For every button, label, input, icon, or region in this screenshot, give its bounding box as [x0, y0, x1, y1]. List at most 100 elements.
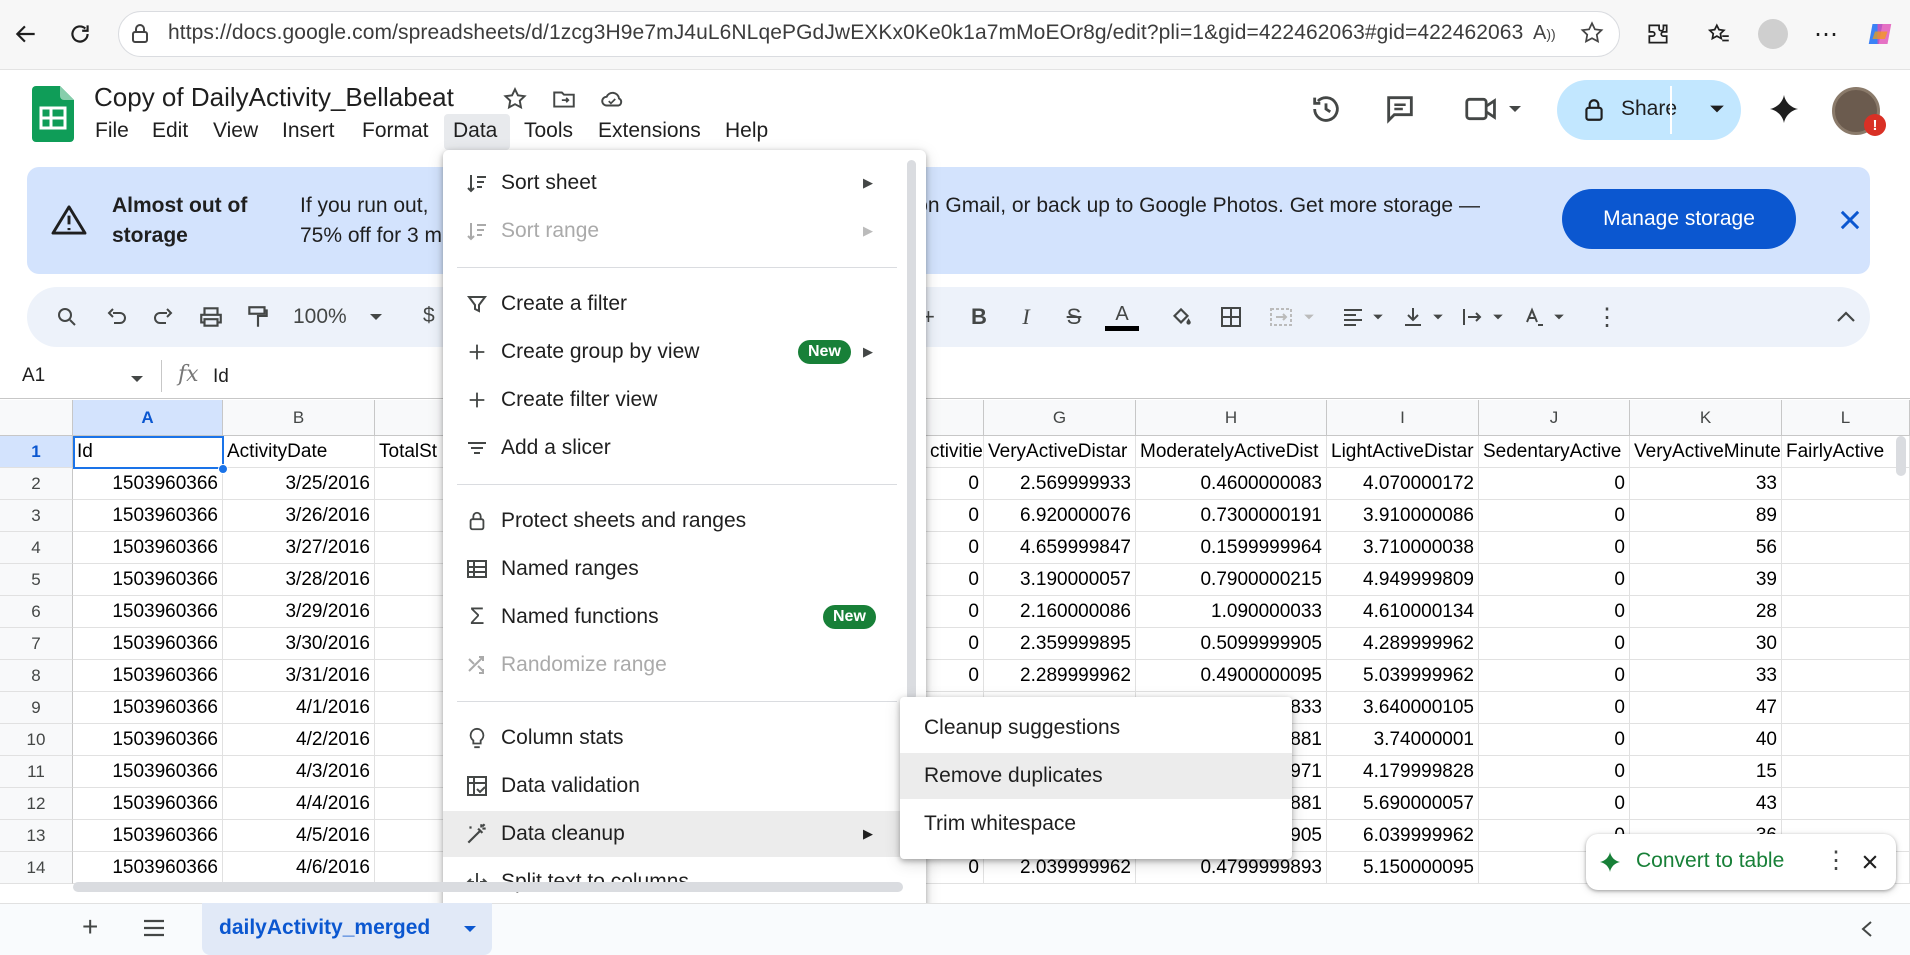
- borders-icon[interactable]: [1212, 298, 1250, 336]
- table-cell[interactable]: 6.039999962: [1327, 820, 1479, 852]
- table-cell[interactable]: 4/1/2016: [223, 692, 375, 724]
- rotation-dropdown-icon[interactable]: [1553, 313, 1565, 321]
- menu-item-data-cleanup[interactable]: Data cleanup ▶: [443, 811, 926, 857]
- table-cell[interactable]: 4.610000134: [1327, 596, 1479, 628]
- header-cell[interactable]: VeryActiveDistar: [984, 436, 1136, 468]
- all-sheets-icon[interactable]: [142, 918, 166, 938]
- horizontal-scrollbar[interactable]: [73, 882, 903, 892]
- meet-icon[interactable]: [1460, 87, 1504, 131]
- row-header[interactable]: 13: [0, 820, 73, 852]
- table-cell[interactable]: [375, 788, 445, 820]
- fill-color-icon[interactable]: [1162, 298, 1200, 336]
- site-info-icon[interactable]: [128, 22, 152, 46]
- menu-data[interactable]: Data: [453, 119, 497, 143]
- menu-item-add-slicer[interactable]: Add a slicer: [443, 425, 913, 471]
- table-cell[interactable]: 4/3/2016: [223, 756, 375, 788]
- table-cell[interactable]: 0.5099999905: [1136, 628, 1327, 660]
- submenu-item-remove-duplicates[interactable]: Remove duplicates: [900, 753, 1292, 799]
- table-cell[interactable]: 3.910000086: [1327, 500, 1479, 532]
- table-cell[interactable]: 4.289999962: [1327, 628, 1479, 660]
- chip-close-icon[interactable]: [1860, 852, 1880, 872]
- back-arrow-icon[interactable]: [9, 17, 43, 51]
- table-cell[interactable]: 0: [1479, 756, 1630, 788]
- table-cell[interactable]: [375, 564, 445, 596]
- cloud-saved-icon[interactable]: [597, 86, 627, 112]
- strikethrough-icon[interactable]: S: [1055, 298, 1093, 336]
- zoom-dropdown-icon[interactable]: [369, 312, 383, 322]
- table-cell[interactable]: 0: [926, 532, 984, 564]
- table-cell[interactable]: 28: [1630, 596, 1782, 628]
- fill-handle[interactable]: [218, 464, 228, 474]
- table-cell[interactable]: 1503960366: [73, 724, 223, 756]
- row-header[interactable]: 14: [0, 852, 73, 884]
- text-wrapping-icon[interactable]: [1453, 298, 1491, 336]
- table-cell[interactable]: 0.7300000191: [1136, 500, 1327, 532]
- share-dropdown-icon[interactable]: [1709, 103, 1725, 115]
- table-cell[interactable]: 43: [1630, 788, 1782, 820]
- header-cell[interactable]: FairlyActive: [1782, 436, 1910, 468]
- table-cell[interactable]: [375, 820, 445, 852]
- horizontal-align-icon[interactable]: [1334, 298, 1372, 336]
- table-cell[interactable]: 3/28/2016: [223, 564, 375, 596]
- table-cell[interactable]: 0: [1479, 564, 1630, 596]
- undo-icon[interactable]: [98, 298, 136, 336]
- table-cell[interactable]: 4.179999828: [1327, 756, 1479, 788]
- vertical-scrollbar[interactable]: [1896, 436, 1906, 476]
- search-menus-icon[interactable]: [48, 298, 86, 336]
- bold-icon[interactable]: B: [960, 298, 998, 336]
- row-header[interactable]: 12: [0, 788, 73, 820]
- row-header[interactable]: 7: [0, 628, 73, 660]
- table-cell[interactable]: [375, 628, 445, 660]
- italic-icon[interactable]: I: [1007, 298, 1045, 336]
- reload-icon[interactable]: [63, 17, 97, 51]
- table-cell[interactable]: 3/31/2016: [223, 660, 375, 692]
- menu-tools[interactable]: Tools: [524, 119, 573, 143]
- table-cell[interactable]: 0: [926, 596, 984, 628]
- column-header-h[interactable]: H: [1136, 400, 1327, 436]
- column-header-c[interactable]: [375, 400, 445, 436]
- print-icon[interactable]: [192, 298, 230, 336]
- table-cell[interactable]: 4.659999847: [984, 532, 1136, 564]
- menu-item-protect-sheets[interactable]: Protect sheets and ranges: [443, 498, 913, 544]
- menu-item-data-validation[interactable]: Data validation: [443, 763, 913, 809]
- table-cell[interactable]: 3/29/2016: [223, 596, 375, 628]
- header-cell[interactable]: SedentaryActive: [1479, 436, 1630, 468]
- table-cell[interactable]: 2.569999933: [984, 468, 1136, 500]
- table-cell[interactable]: 1503960366: [73, 692, 223, 724]
- header-cell[interactable]: ModeratelyActiveDist: [1136, 436, 1327, 468]
- menu-insert[interactable]: Insert: [282, 119, 335, 143]
- table-cell[interactable]: 0: [1479, 692, 1630, 724]
- table-cell[interactable]: 0.4900000095: [1136, 660, 1327, 692]
- table-cell[interactable]: 5.039999962: [1327, 660, 1479, 692]
- name-box[interactable]: A1: [22, 365, 45, 387]
- more-options-icon[interactable]: ⋯: [1809, 17, 1843, 51]
- row-header[interactable]: 3: [0, 500, 73, 532]
- copilot-icon[interactable]: [1863, 17, 1897, 51]
- table-cell[interactable]: 33: [1630, 660, 1782, 692]
- table-cell[interactable]: 5.150000095: [1327, 852, 1479, 884]
- table-cell[interactable]: 39: [1630, 564, 1782, 596]
- column-header-f[interactable]: [926, 400, 984, 436]
- halign-dropdown-icon[interactable]: [1372, 313, 1384, 321]
- column-header-l[interactable]: L: [1782, 400, 1910, 436]
- menu-extensions[interactable]: Extensions: [598, 119, 701, 143]
- submenu-item-trim-whitespace[interactable]: Trim whitespace: [900, 801, 1292, 847]
- table-cell[interactable]: 0.1599999964: [1136, 532, 1327, 564]
- menu-help[interactable]: Help: [725, 119, 768, 143]
- select-all-corner[interactable]: [0, 400, 73, 436]
- header-cell[interactable]: ActivityDate: [223, 436, 375, 468]
- chip-more-icon[interactable]: ⋮: [1824, 846, 1848, 875]
- table-cell[interactable]: 0.7900000215: [1136, 564, 1327, 596]
- redo-icon[interactable]: [144, 298, 182, 336]
- table-cell[interactable]: 1503960366: [73, 756, 223, 788]
- menu-item-create-group-by-view[interactable]: Create group by view New ▶: [443, 329, 913, 375]
- table-cell[interactable]: 4.070000172: [1327, 468, 1479, 500]
- table-cell[interactable]: [375, 500, 445, 532]
- header-cell[interactable]: VeryActiveMinute: [1630, 436, 1782, 468]
- document-title[interactable]: Copy of DailyActivity_Bellabeat: [94, 82, 454, 113]
- table-cell[interactable]: [375, 532, 445, 564]
- profile-avatar[interactable]: [1756, 17, 1790, 51]
- table-cell[interactable]: [1782, 788, 1910, 820]
- table-cell[interactable]: 0: [1479, 532, 1630, 564]
- table-cell[interactable]: 1503960366: [73, 820, 223, 852]
